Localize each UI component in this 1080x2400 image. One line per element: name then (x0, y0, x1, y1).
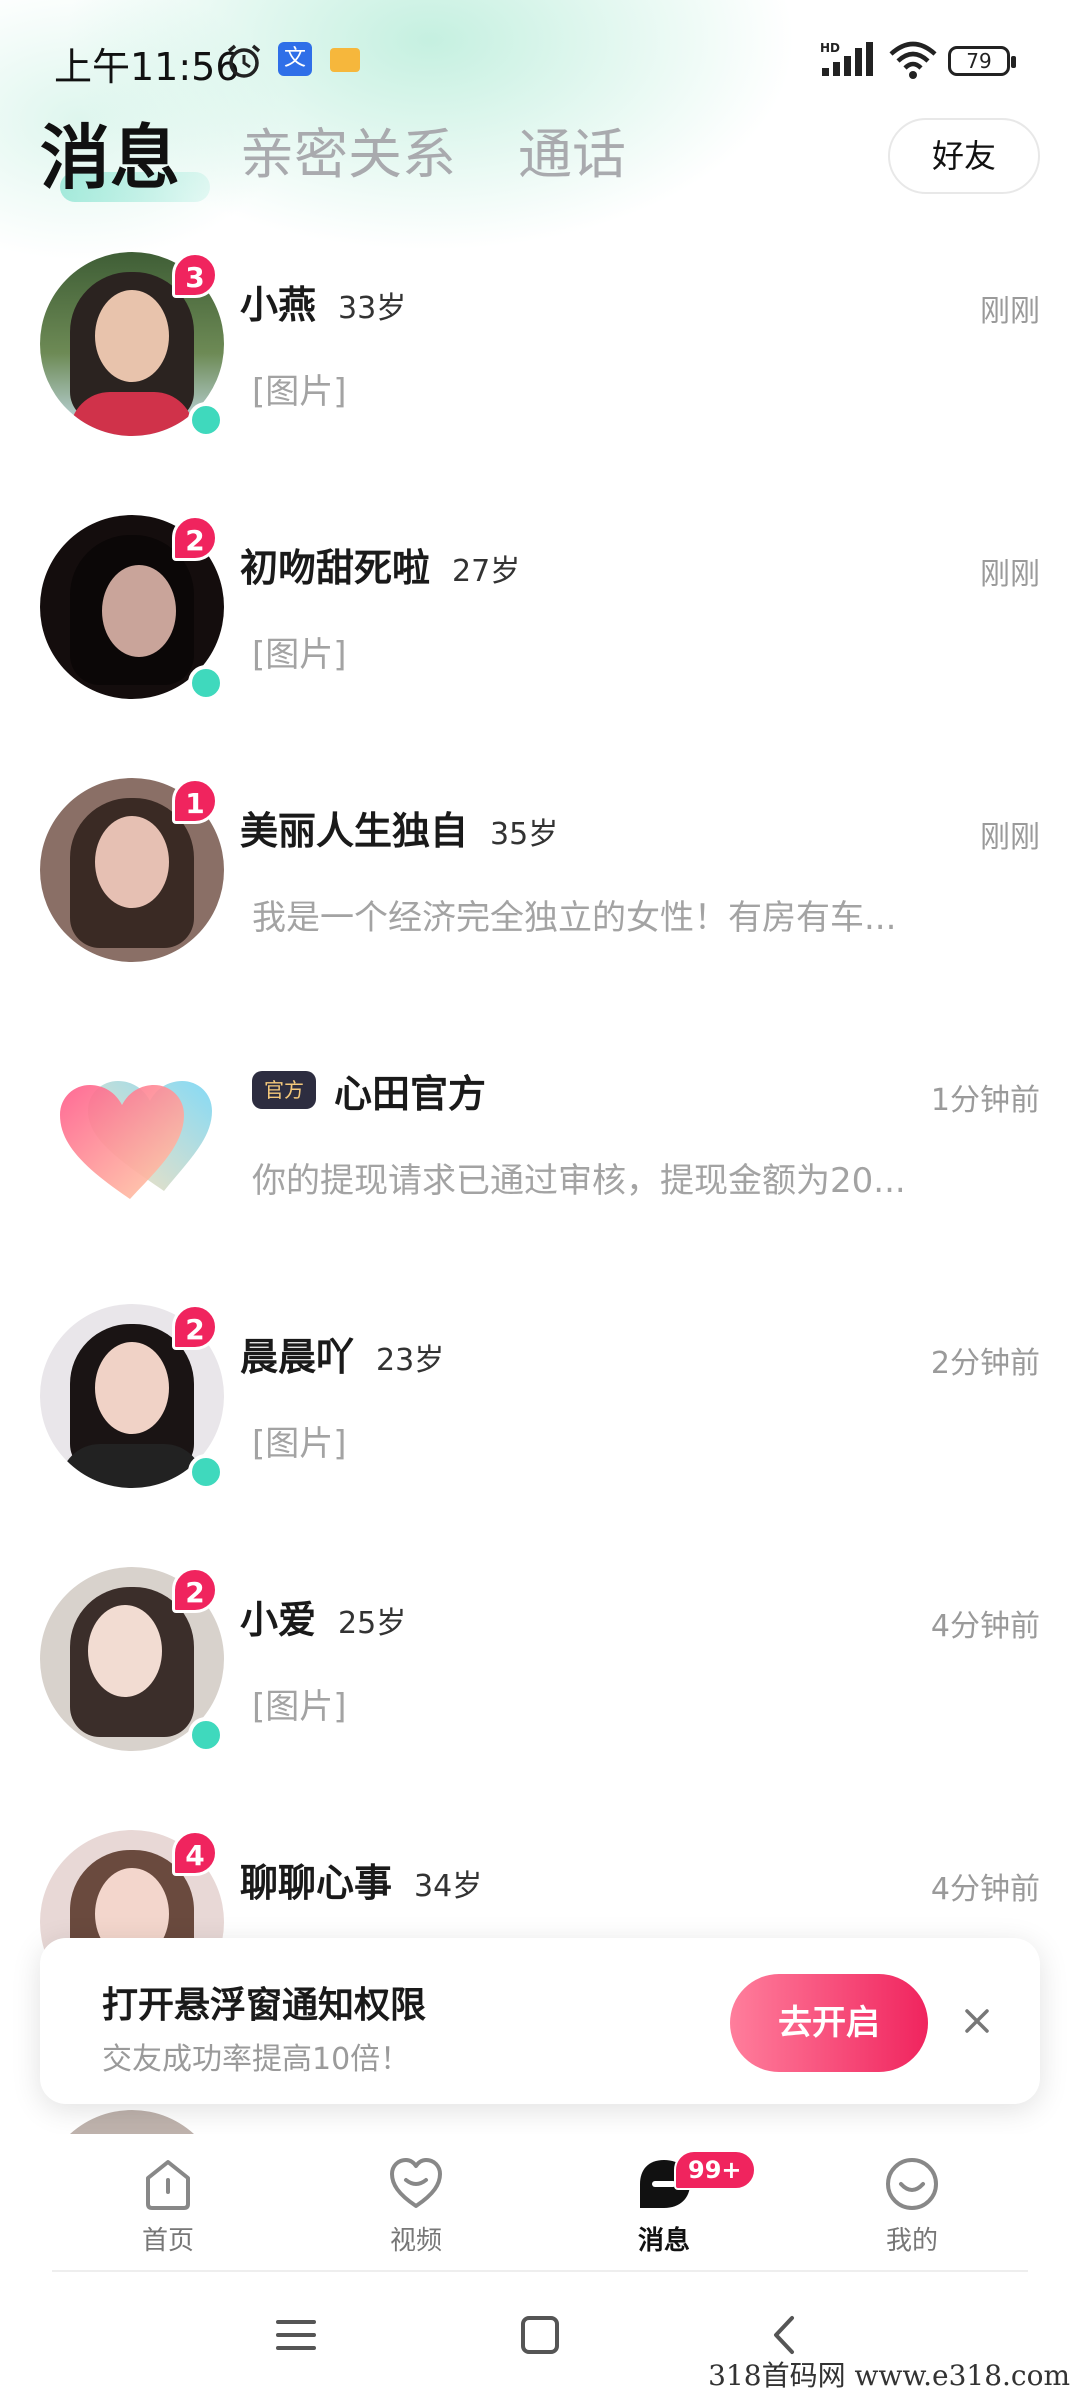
message-item[interactable]: 2 晨晨吖 23岁 2分钟前 [图片] (0, 1304, 1080, 1567)
avatar[interactable]: 1 (40, 778, 224, 962)
message-preview: 我是一个经济完全独立的女性！有房有车... (252, 898, 897, 938)
smile-icon (886, 2158, 938, 2210)
contact-age: 25岁 (338, 1606, 407, 1641)
online-indicator (188, 1717, 224, 1753)
avatar[interactable]: 2 (40, 1567, 224, 1753)
message-time: 4分钟前 (930, 1872, 1040, 1907)
message-preview: [图片] (252, 1424, 347, 1464)
close-icon[interactable] (952, 1996, 1002, 2046)
contact-name-text: 美丽人生独自 (240, 809, 469, 853)
svg-text:HD: HD (820, 41, 840, 55)
contact-name-text: 聊聊心事 (240, 1861, 393, 1905)
contact-age: 27岁 (452, 554, 521, 589)
nav-home[interactable]: 首页 (68, 2154, 268, 2257)
unread-badge: 3 (172, 252, 218, 298)
unread-badge: 2 (172, 1304, 218, 1350)
permission-banner: 打开悬浮窗通知权限 交友成功率提高10倍！ 去开启 (40, 1938, 1040, 2104)
contact-age: 35岁 (490, 817, 559, 852)
wifi-icon (889, 41, 937, 79)
permission-title: 打开悬浮窗通知权限 (102, 1985, 427, 2026)
message-time: 刚刚 (980, 820, 1040, 855)
contact-name: 美丽人生独自 35岁 (240, 800, 558, 855)
message-preview: 你的提现请求已通过审核，提现金额为20... (252, 1161, 906, 1201)
message-item[interactable]: 3 小燕 33岁 刚刚 [图片] (0, 252, 1080, 515)
watermark: 318首码网 www.e318.com (708, 2359, 1070, 2392)
hearts-logo-icon (60, 1081, 212, 1199)
nav-unread-badge: 99+ (674, 2150, 756, 2190)
message-item[interactable]: 1 美丽人生独自 35岁 刚刚 我是一个经济完全独立的女性！有房有车... (0, 778, 1080, 1041)
contact-name: 晨晨吖 23岁 (240, 1326, 444, 1381)
nav-label: 我的 (885, 2226, 938, 2256)
online-indicator (188, 1454, 224, 1490)
nav-label: 消息 (637, 2226, 690, 2256)
contact-name: 心田官方 (334, 1072, 487, 1116)
message-item[interactable]: 2 初吻甜死啦 27岁 刚刚 [图片] (0, 515, 1080, 778)
heart-icon (390, 2158, 442, 2208)
nav-label: 首页 (141, 2226, 194, 2256)
alarm-icon (227, 44, 261, 78)
nav-divider (52, 2270, 1028, 2272)
contact-age: 34岁 (414, 1869, 483, 1904)
hd-signal-icon: HD (820, 41, 873, 76)
nav-profile[interactable]: 我的 (812, 2154, 1012, 2257)
online-indicator (188, 402, 224, 438)
message-preview: [图片] (252, 372, 347, 412)
translate-icon: 文 (278, 42, 312, 76)
message-preview: [图片] (252, 1687, 347, 1727)
contact-name: 小爱 25岁 (240, 1589, 406, 1644)
contact-name-text: 小爱 (240, 1598, 317, 1642)
unread-badge: 1 (172, 778, 218, 824)
contact-age: 23岁 (376, 1343, 445, 1378)
contact-name-text: 初吻甜死啦 (240, 546, 431, 590)
contact-name-text: 晨晨吖 (240, 1335, 355, 1379)
permission-subtitle: 交友成功率提高10倍！ (102, 2042, 411, 2077)
message-time: 刚刚 (980, 294, 1040, 329)
menu-icon[interactable] (274, 2310, 318, 2360)
tab-calls[interactable]: 通话 (518, 110, 626, 189)
contact-age: 33岁 (338, 291, 407, 326)
message-time: 2分钟前 (930, 1346, 1040, 1381)
enable-permission-button[interactable]: 去开启 (730, 1974, 928, 2072)
official-logo[interactable] (40, 1041, 224, 1225)
unread-badge: 2 (172, 515, 218, 561)
avatar[interactable]: 3 (40, 252, 224, 438)
nav-messages[interactable]: 99+ 消息 (564, 2150, 764, 2257)
note-icon (330, 48, 360, 72)
status-time: 上午11:56 (54, 45, 240, 89)
contact-name: 小燕 33岁 (240, 274, 406, 329)
contact-name: 聊聊心事 34岁 (240, 1852, 482, 1907)
message-time: 1分钟前 (930, 1083, 1040, 1118)
message-item-official[interactable]: 官方 心田官方 1分钟前 你的提现请求已通过审核，提现金额为20... (0, 1041, 1080, 1304)
message-time: 4分钟前 (930, 1609, 1040, 1644)
home-icon (146, 2160, 190, 2210)
unread-badge: 2 (172, 1567, 218, 1613)
message-preview: [图片] (252, 635, 347, 675)
bottom-nav: 首页 视频 99+ 消息 我的 (0, 2134, 1080, 2272)
unread-badge: 4 (172, 1830, 218, 1876)
online-indicator (188, 665, 224, 701)
avatar[interactable]: 2 (40, 515, 224, 701)
official-badge: 官方 (252, 1071, 316, 1109)
contact-name-text: 小燕 (240, 283, 317, 327)
back-icon[interactable] (764, 2310, 808, 2360)
tab-intimate[interactable]: 亲密关系 (240, 110, 456, 189)
home-square-icon[interactable] (518, 2310, 562, 2360)
friends-button[interactable]: 好友 (888, 118, 1040, 194)
tab-messages[interactable]: 消息 (40, 102, 180, 203)
nav-label: 视频 (389, 2226, 442, 2256)
contact-name: 初吻甜死啦 27岁 (240, 537, 520, 592)
battery-icon: 79 (948, 46, 1016, 76)
message-item[interactable]: 2 小爱 25岁 4分钟前 [图片] (0, 1567, 1080, 1830)
message-time: 刚刚 (980, 557, 1040, 592)
nav-video[interactable]: 视频 (316, 2154, 516, 2257)
avatar[interactable]: 2 (40, 1304, 224, 1490)
